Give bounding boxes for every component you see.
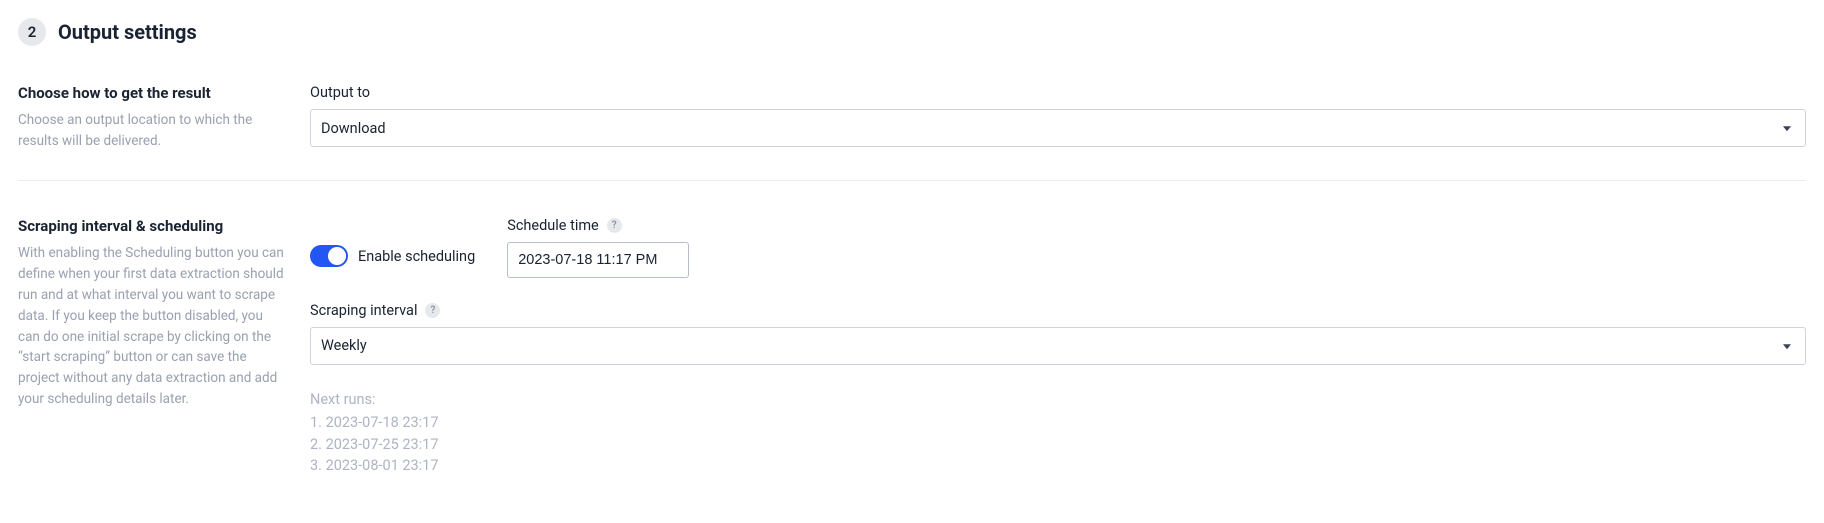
step-title: Output settings	[58, 20, 197, 44]
output-to-selected-value: Download	[321, 120, 386, 137]
schedule-time-label: Schedule time ?	[507, 217, 689, 234]
help-icon[interactable]: ?	[607, 218, 622, 233]
scheduling-section: Scraping interval & scheduling With enab…	[18, 217, 1806, 505]
help-icon[interactable]: ?	[425, 303, 440, 318]
output-left-desc: Choose an output location to which the r…	[18, 110, 286, 152]
enable-scheduling-toggle[interactable]	[310, 245, 348, 267]
next-run-item: 1. 2023-07-18 23:17	[310, 412, 1806, 434]
enable-scheduling-toggle-wrap: Enable scheduling	[310, 227, 475, 267]
output-to-select[interactable]: Download	[310, 109, 1806, 147]
next-runs-block: Next runs: 1. 2023-07-18 23:17 2. 2023-0…	[310, 391, 1806, 477]
schedule-time-input[interactable]	[507, 242, 689, 278]
next-run-item: 3. 2023-08-01 23:17	[310, 455, 1806, 477]
scraping-interval-label-text: Scraping interval	[310, 302, 417, 319]
toggle-knob	[328, 247, 346, 265]
step-number-badge: 2	[18, 18, 46, 46]
scheduling-left-desc: With enabling the Scheduling button you …	[18, 243, 286, 410]
output-to-label: Output to	[310, 84, 1806, 101]
scheduling-left-title: Scraping interval & scheduling	[18, 217, 286, 235]
output-left-title: Choose how to get the result	[18, 84, 286, 102]
scraping-interval-selected-value: Weekly	[321, 337, 367, 354]
schedule-time-block: Schedule time ?	[507, 217, 689, 278]
next-runs-label: Next runs:	[310, 391, 1806, 408]
next-run-item: 2. 2023-07-25 23:17	[310, 434, 1806, 456]
next-runs-list: 1. 2023-07-18 23:17 2. 2023-07-25 23:17 …	[310, 412, 1806, 477]
scheduling-section-description: Scraping interval & scheduling With enab…	[18, 217, 310, 477]
scraping-interval-select[interactable]: Weekly	[310, 327, 1806, 365]
scraping-interval-label: Scraping interval ?	[310, 302, 1806, 319]
scheduling-top-row: Enable scheduling Schedule time ?	[310, 217, 1806, 278]
output-section-fields: Output to Download	[310, 84, 1806, 152]
step-header: 2 Output settings	[18, 18, 1806, 46]
scraping-interval-block: Scraping interval ? Weekly	[310, 302, 1806, 365]
output-section-description: Choose how to get the result Choose an o…	[18, 84, 310, 152]
output-section: Choose how to get the result Choose an o…	[18, 84, 1806, 181]
schedule-time-label-text: Schedule time	[507, 217, 599, 234]
enable-scheduling-label: Enable scheduling	[358, 248, 475, 265]
scheduling-section-fields: Enable scheduling Schedule time ? Scrapi…	[310, 217, 1806, 477]
